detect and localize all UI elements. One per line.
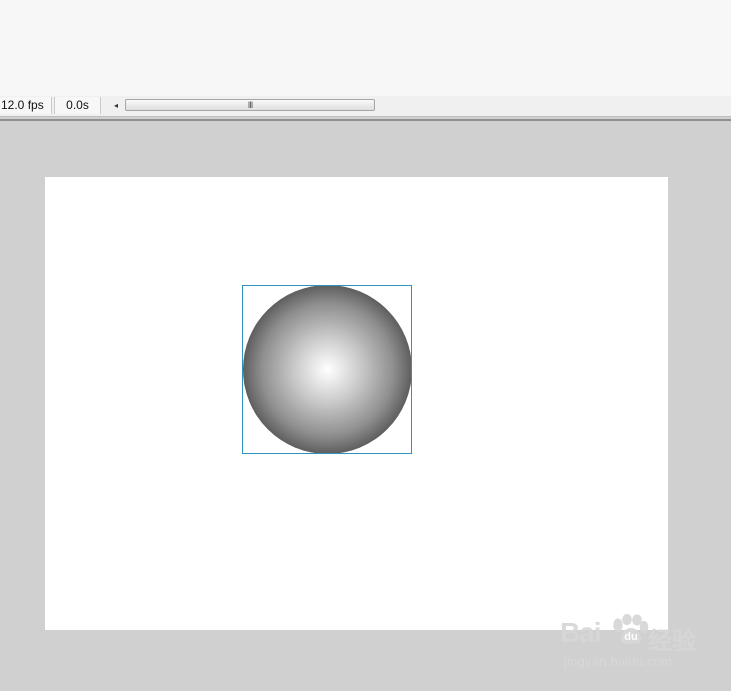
scroll-left-arrow-icon[interactable]: ◂ bbox=[110, 99, 122, 113]
elapsed-time-display: 0.0s bbox=[54, 97, 101, 114]
baidu-jingyan-watermark: Bai du 经验 jingyan.baidu.com bbox=[560, 612, 710, 672]
svg-text:du: du bbox=[624, 631, 637, 643]
watermark-brand-text: Bai bbox=[560, 617, 602, 648]
paw-icon: du bbox=[613, 614, 649, 644]
watermark-jingyan-text: 经验 bbox=[648, 628, 696, 655]
animation-editor: 12.0 fps 0.0s ◂ III Bai du 经验 jingyan.ba… bbox=[0, 0, 731, 691]
timeline-status-bar: 12.0 fps 0.0s ◂ III bbox=[0, 96, 731, 117]
frame-rate-display[interactable]: 12.0 fps bbox=[0, 97, 52, 114]
timeline-horizontal-scrollbar-thumb[interactable]: III bbox=[125, 99, 375, 111]
selection-bounding-box[interactable] bbox=[242, 285, 412, 454]
watermark-url: jingyan.baidu.com bbox=[564, 654, 673, 669]
timeline-panel bbox=[0, 0, 731, 97]
